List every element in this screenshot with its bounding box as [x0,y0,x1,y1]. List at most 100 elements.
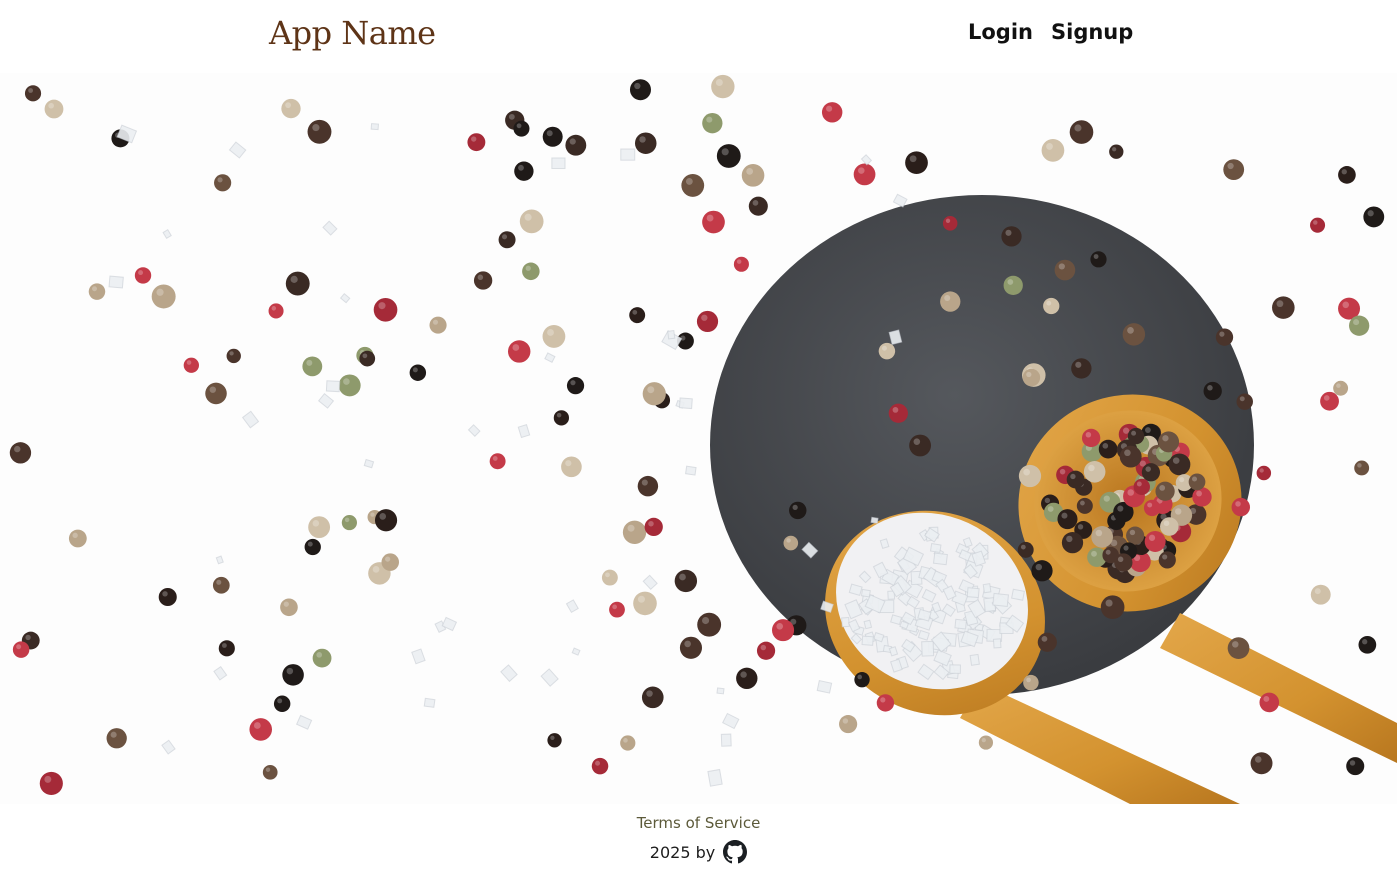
salt-crystal [863,619,873,630]
peppercorn [601,569,618,586]
peppercorn-highlight [1163,520,1170,527]
peppercorn-highlight [307,541,313,547]
peppercorn-highlight [627,524,635,532]
peppercorn [1203,381,1222,401]
peppercorn [741,164,765,187]
peppercorn-highlight [1020,544,1026,550]
peppercorn-highlight [1095,529,1103,537]
peppercorn [783,535,799,551]
peppercorn [854,671,870,688]
peppercorn-highlight [1080,500,1085,506]
salt-crystal [678,397,693,410]
salt-crystal [517,424,531,439]
salt-crystal [722,712,740,730]
peppercorn [214,174,232,192]
salt-crystal [921,640,935,657]
salt-crystal [161,739,176,755]
peppercorn-highlight [826,105,833,112]
peppercorn-highlight [277,698,283,704]
peppercorn-highlight [1172,457,1180,464]
peppercorn-highlight [265,767,271,772]
peppercorn-highlight [1005,229,1012,236]
peppercorn-highlight [525,265,531,271]
peppercorn-highlight [702,616,710,625]
peppercorn-highlight [1353,319,1360,326]
peppercorn [273,695,291,713]
salt-crystal [966,587,980,599]
peppercorn-highlight [1023,468,1030,476]
salt-crystal [467,424,481,437]
peppercorn [44,99,64,119]
salt-crystal [892,193,908,208]
peppercorn [280,598,298,617]
peppercorn [681,174,705,197]
peppercorn [1122,323,1146,346]
peppercorn [942,216,958,231]
peppercorn [1061,532,1084,554]
peppercorn-highlight [1058,263,1065,270]
peppercorn [88,283,106,300]
peppercorn-highlight [684,640,691,648]
peppercorn [158,587,177,607]
peppercorn [878,342,896,360]
peppercorn [1256,465,1272,481]
peppercorn [905,151,928,175]
peppercorn [756,641,776,660]
peppercorn [553,410,570,426]
peppercorn-highlight [501,234,508,240]
peppercorn-highlight [44,775,52,783]
salt-crystal [667,329,676,340]
peppercorn [1358,635,1377,654]
peppercorn-highlight [1093,254,1099,259]
peppercorn-highlight [1196,490,1202,497]
peppercorn-highlight [283,601,289,607]
peppercorn-highlight [740,671,747,678]
peppercorn-highlight [605,572,610,578]
page: App Name Login Signup Terms of Service 2… [0,0,1397,875]
peppercorn-highlight [715,79,723,87]
peppercorn-highlight [760,644,767,651]
peppercorn [1158,431,1180,453]
salt-crystal [982,583,992,594]
peppercorn-highlight [28,88,34,93]
peppercorn [789,501,807,520]
peppercorn [249,718,273,741]
peppercorn-highlight [647,386,655,394]
peppercorn-highlight [1259,468,1264,473]
page-footer: Terms of Service 2025 by [0,804,1397,875]
peppercorn [702,210,725,234]
app-logo-link[interactable]: App Name [269,14,436,52]
peppercorn-highlight [1147,502,1153,508]
peppercorn-highlight [512,344,520,351]
peppercorn-highlight [556,412,562,418]
signup-link[interactable]: Signup [1051,20,1133,44]
salt-crystal [860,154,873,166]
peppercorn [183,357,199,373]
peppercorn-highlight [1207,385,1213,391]
login-link[interactable]: Login [968,20,1033,44]
peppercorn [522,262,540,281]
salt-crystal [317,392,335,409]
peppercorn-highlight [1035,563,1042,571]
terms-of-service-link[interactable]: Terms of Service [0,814,1397,832]
spices-photo-illustration [9,74,1397,804]
peppercorn [513,120,530,137]
salt-crystal [707,768,723,787]
peppercorn-highlight [1192,476,1198,482]
peppercorn [1023,674,1039,691]
peppercorn [629,79,651,101]
peppercorn-highlight [1174,508,1182,515]
peppercorn [620,735,636,751]
peppercorn [1057,509,1078,530]
peppercorn-highlight [524,213,532,221]
peppercorn-highlight [477,274,484,281]
salt-crystal [325,380,341,393]
github-icon[interactable] [723,840,748,864]
salt-crystal [870,516,879,524]
peppercorn-highlight [1103,495,1110,502]
peppercorn [637,475,659,497]
peppercorn-highlight [1124,449,1131,457]
peppercorn [1143,499,1161,517]
peppercorn-highlight [679,573,686,581]
salt-crystal [860,588,871,598]
